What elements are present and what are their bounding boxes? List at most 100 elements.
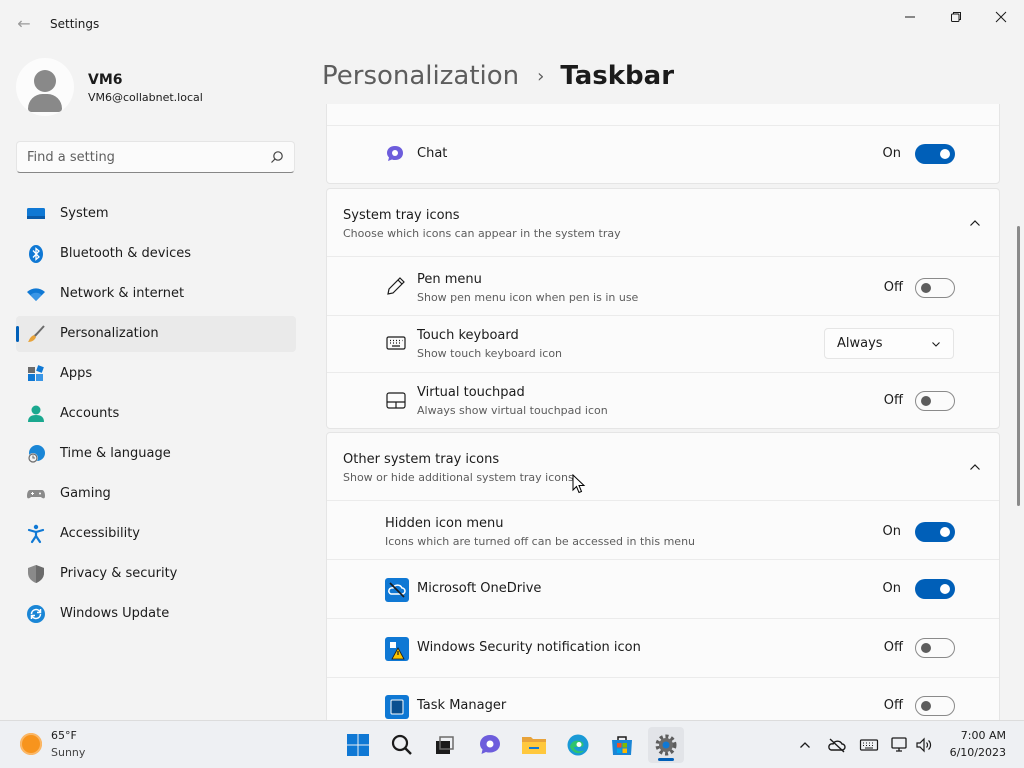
system-tray-card: System tray icons Choose which icons can…	[326, 188, 1000, 429]
sidebar-item-accessibility[interactable]: Accessibility	[16, 516, 296, 552]
breadcrumb-separator: ›	[537, 65, 545, 87]
person-icon	[28, 405, 44, 422]
tray-onedrive-button[interactable]	[827, 735, 847, 755]
sun-icon[interactable]	[20, 733, 42, 755]
windows-logo-icon	[347, 734, 369, 756]
sidebar-item-gaming[interactable]: Gaming	[16, 476, 296, 512]
onedrive-label: Microsoft OneDrive	[417, 581, 542, 596]
touch-keyboard-dropdown[interactable]: Always	[824, 328, 954, 359]
sidebar-item-label: Network & internet	[60, 286, 185, 301]
scrollbar-thumb[interactable]	[1017, 226, 1020, 506]
chat-toggle[interactable]	[915, 144, 955, 164]
gamepad-icon	[27, 490, 45, 499]
virtual-touchpad-description: Always show virtual touchpad icon	[417, 404, 608, 417]
task-manager-toggle[interactable]	[915, 696, 955, 716]
pen-menu-label: Pen menu	[417, 272, 482, 287]
weather-temperature[interactable]: 65°F	[51, 729, 77, 742]
sidebar-item-bluetooth[interactable]: Bluetooth & devices	[16, 236, 296, 272]
edge-button[interactable]	[560, 727, 596, 763]
wifi-icon	[27, 288, 45, 301]
chevron-down-icon	[932, 342, 940, 347]
minimize-button[interactable]	[888, 6, 932, 28]
sidebar-item-accounts[interactable]: Accounts	[16, 396, 296, 432]
user-profile[interactable]: VM6 VM6@collabnet.local	[16, 58, 296, 118]
hidden-icon-menu-toggle[interactable]	[915, 522, 955, 542]
pen-menu-description: Show pen menu icon when pen is in use	[417, 291, 639, 304]
chevron-up-icon[interactable]	[968, 460, 982, 474]
sidebar-item-label: Accounts	[60, 406, 120, 421]
back-button[interactable]: ←	[12, 12, 36, 36]
system-tray-header[interactable]: System tray icons Choose which icons can…	[327, 189, 999, 256]
show-hidden-icons-button[interactable]	[795, 735, 815, 755]
section-title: System tray icons	[343, 208, 460, 223]
tray-volume-button[interactable]	[914, 735, 934, 755]
file-explorer-button[interactable]	[516, 727, 552, 763]
touch-keyboard-description: Show touch keyboard icon	[417, 347, 563, 360]
sidebar-item-windows-update[interactable]: Windows Update	[16, 596, 296, 632]
chevron-up-icon[interactable]	[968, 216, 982, 230]
chat-row[interactable]: Chat On	[327, 126, 999, 184]
weather-description[interactable]: Sunny	[51, 746, 85, 759]
maximize-button[interactable]	[934, 6, 978, 28]
hidden-icon-menu-row: Hidden icon menu Icons which are turned …	[327, 501, 999, 559]
paintbrush-icon	[28, 325, 45, 342]
sidebar-item-label: Windows Update	[60, 606, 170, 621]
tray-network-button[interactable]	[890, 735, 910, 755]
sidebar-item-label: Apps	[60, 366, 93, 381]
close-button[interactable]	[979, 6, 1023, 28]
clock-date[interactable]: 6/10/2023	[946, 746, 1006, 759]
pen-menu-toggle[interactable]	[915, 278, 955, 298]
store-icon	[612, 736, 632, 755]
update-icon	[27, 605, 45, 623]
page-title: Taskbar	[560, 61, 675, 91]
breadcrumb: Personalization › Taskbar	[322, 58, 674, 94]
sidebar-item-apps[interactable]: Apps	[16, 356, 296, 392]
virtual-touchpad-row: Virtual touchpad Always show virtual tou…	[327, 373, 999, 429]
search-box[interactable]	[16, 141, 295, 173]
search-input[interactable]	[27, 148, 257, 166]
sidebar-item-personalization[interactable]: Personalization	[16, 316, 296, 352]
windows-security-row: Windows Security notification icon Off	[327, 619, 999, 677]
onedrive-off-icon	[828, 738, 846, 753]
sidebar-nav: System Bluetooth & devices Network & int…	[16, 196, 296, 636]
pen-menu-state: Off	[883, 280, 903, 295]
pen-icon	[387, 277, 405, 295]
hidden-icon-menu-label: Hidden icon menu	[385, 516, 504, 531]
settings-app-button[interactable]	[648, 727, 684, 763]
virtual-touchpad-toggle[interactable]	[915, 391, 955, 411]
volume-icon	[916, 737, 932, 753]
touch-keyboard-label: Touch keyboard	[417, 328, 519, 343]
sidebar-item-system[interactable]: System	[16, 196, 296, 232]
task-view-icon	[436, 736, 454, 754]
store-button[interactable]	[604, 727, 640, 763]
apps-icon	[28, 365, 44, 381]
task-view-button[interactable]	[426, 727, 462, 763]
app-title: Settings	[50, 17, 100, 31]
section-title: Other system tray icons	[343, 452, 500, 467]
windows-security-toggle[interactable]	[915, 638, 955, 658]
accessibility-icon	[27, 524, 45, 544]
folder-icon	[522, 737, 546, 754]
bluetooth-icon	[29, 245, 43, 263]
sidebar-item-privacy[interactable]: Privacy & security	[16, 556, 296, 592]
virtual-touchpad-label: Virtual touchpad	[417, 385, 525, 400]
windows-security-state: Off	[883, 640, 903, 655]
taskbar-chat-button[interactable]	[472, 727, 508, 763]
other-tray-header[interactable]: Other system tray icons Show or hide add…	[327, 433, 999, 500]
breadcrumb-parent[interactable]: Personalization	[322, 61, 519, 91]
user-name: VM6	[88, 72, 123, 88]
sidebar-item-time-language[interactable]: Time & language	[16, 436, 296, 472]
taskbar-search-button[interactable]	[384, 727, 420, 763]
start-button[interactable]	[340, 727, 376, 763]
clock-time[interactable]: 7:00 AM	[958, 729, 1006, 742]
onedrive-icon	[385, 578, 409, 602]
keyboard-icon	[386, 336, 406, 350]
touchpad-icon	[386, 392, 406, 409]
sidebar-item-network[interactable]: Network & internet	[16, 276, 296, 312]
search-icon[interactable]	[270, 150, 284, 164]
dropdown-value: Always	[837, 336, 883, 351]
settings-content[interactable]: Chat On System tray icons Choose which i…	[322, 104, 1012, 720]
windows-security-label: Windows Security notification icon	[417, 640, 641, 655]
onedrive-toggle[interactable]	[915, 579, 955, 599]
tray-keyboard-button[interactable]	[859, 735, 879, 755]
